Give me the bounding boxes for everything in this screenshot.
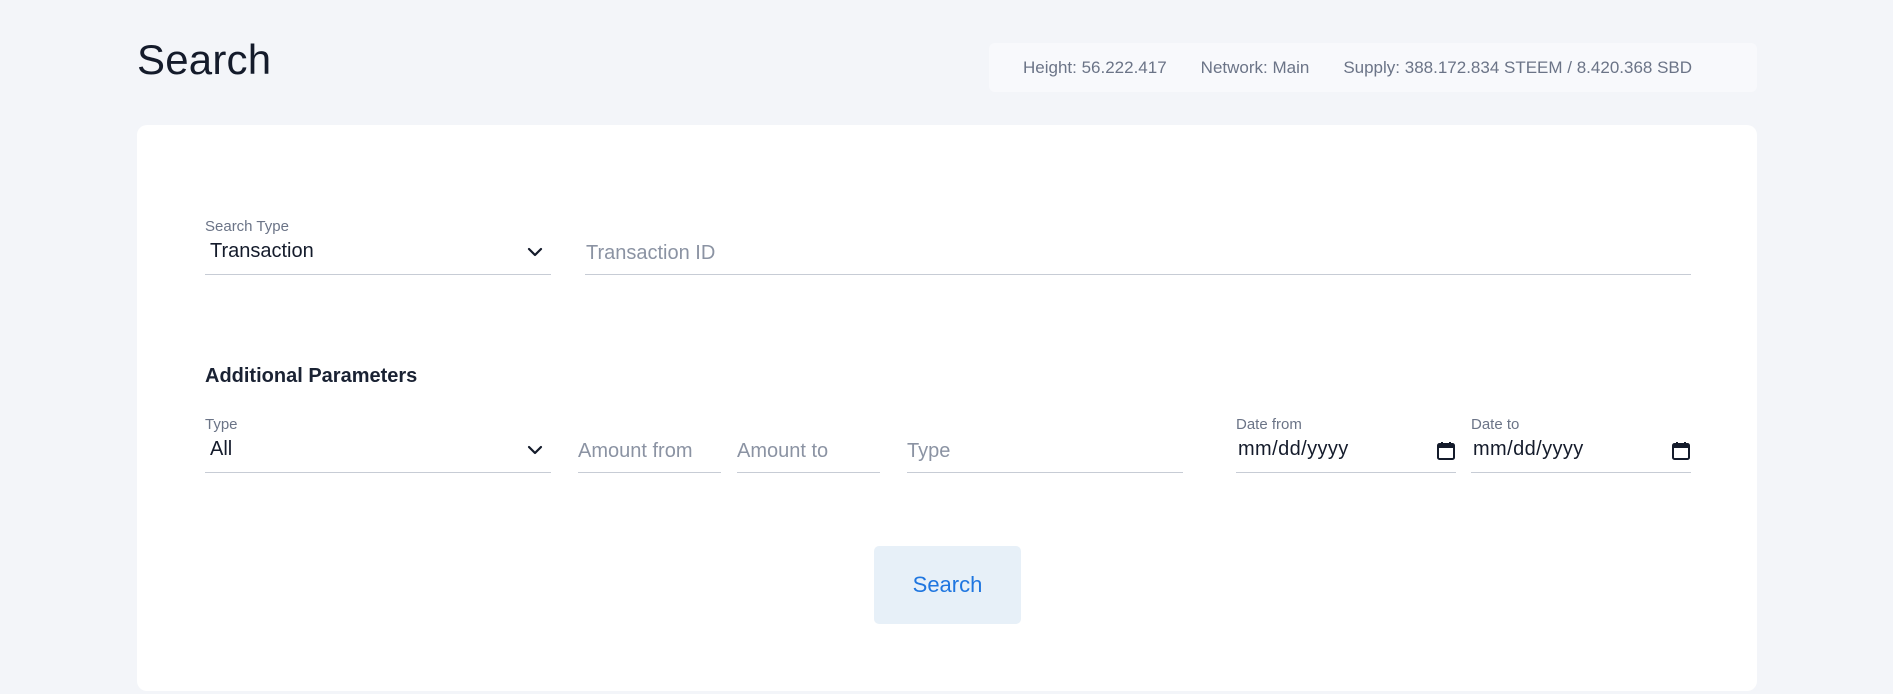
- transaction-id-placeholder: Transaction ID: [586, 242, 716, 264]
- network-stat: Network: Main: [1200, 57, 1310, 77]
- chevron-down-icon: [527, 445, 543, 455]
- calendar-icon[interactable]: [1436, 441, 1456, 461]
- amount-from-input[interactable]: Amount from: [578, 423, 721, 473]
- search-type-value: Transaction: [210, 240, 314, 262]
- date-from-label: Date from: [1236, 416, 1302, 433]
- chain-stats-bar: Height: 56.222.417 Network: Main Supply:…: [989, 43, 1757, 92]
- date-to-value: mm/dd/yyyy: [1473, 438, 1584, 460]
- search-button[interactable]: Search: [874, 546, 1021, 624]
- search-type-label: Search Type: [205, 218, 289, 235]
- calendar-icon[interactable]: [1671, 441, 1691, 461]
- operation-type-label: Type: [205, 416, 238, 433]
- supply-stat: Supply: 388.172.834 STEEM / 8.420.368 SB…: [1343, 57, 1693, 77]
- transaction-id-input[interactable]: Transaction ID: [585, 225, 1691, 275]
- search-type-select[interactable]: Search Type Transaction: [205, 218, 551, 275]
- additional-parameters-heading: Additional Parameters: [205, 365, 418, 387]
- page-title: Search: [137, 36, 272, 83]
- operation-type-select[interactable]: Type All: [205, 416, 551, 473]
- amount-from-placeholder: Amount from: [578, 440, 693, 462]
- date-to-label: Date to: [1471, 416, 1520, 433]
- type-filter-placeholder: Type: [907, 440, 951, 462]
- amount-to-input[interactable]: Amount to: [737, 423, 880, 473]
- amount-to-placeholder: Amount to: [737, 440, 829, 462]
- date-from-input[interactable]: Date from mm/dd/yyyy: [1236, 416, 1456, 473]
- chevron-down-icon: [527, 247, 543, 257]
- date-from-value: mm/dd/yyyy: [1238, 438, 1349, 460]
- block-height-stat: Height: 56.222.417: [1023, 57, 1167, 77]
- operation-type-value: All: [210, 438, 233, 460]
- search-card: Search Type Transaction Transaction ID A…: [137, 125, 1757, 691]
- date-to-input[interactable]: Date to mm/dd/yyyy: [1471, 416, 1691, 473]
- type-filter-input[interactable]: Type: [907, 423, 1183, 473]
